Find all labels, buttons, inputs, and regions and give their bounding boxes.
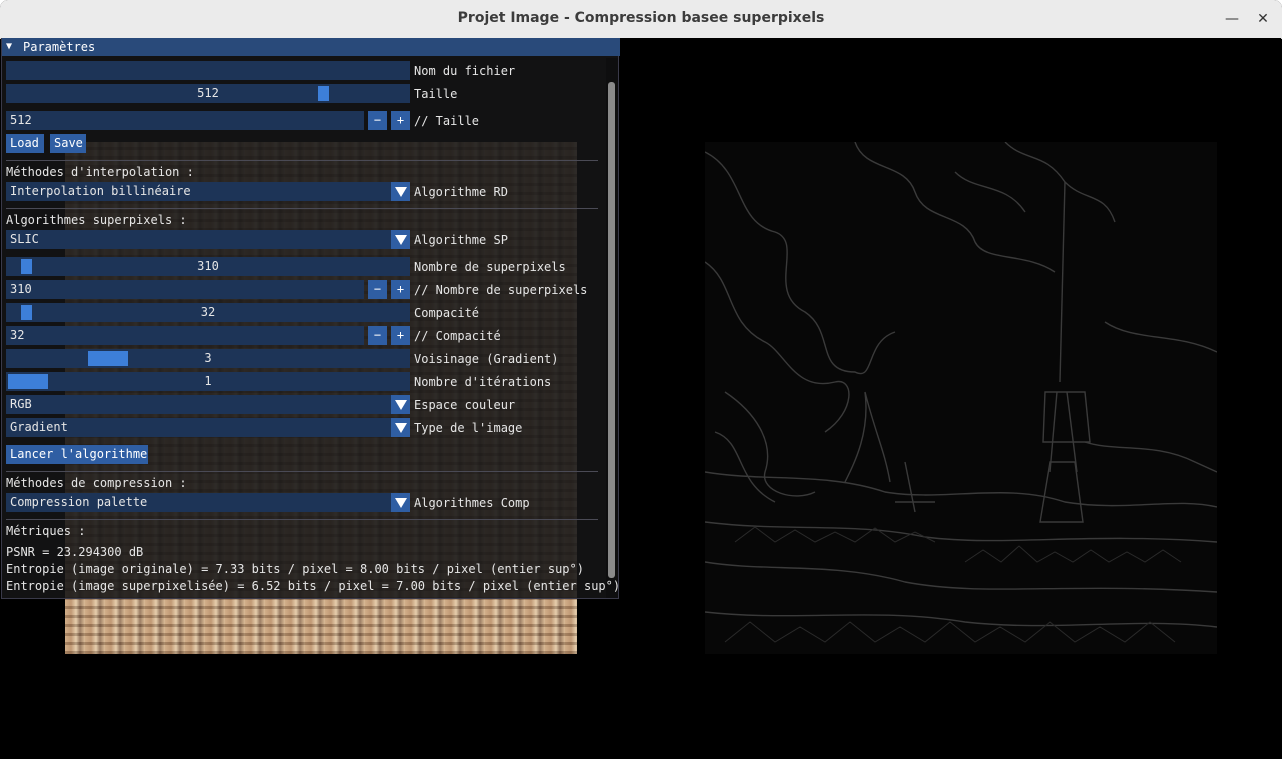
compression-combo-value: Compression palette (10, 495, 148, 509)
metrics-heading: Métriques : (6, 524, 86, 538)
psnr-text: PSNR = 23.294300 dB (6, 545, 144, 559)
filename-input[interactable] (6, 61, 410, 80)
compression-combo-label: Algorithmes Comp (414, 496, 530, 510)
save-button[interactable]: Save (50, 134, 86, 153)
chevron-down-icon[interactable] (391, 182, 410, 201)
entropy-original-text: Entropie (image originale) = 7.33 bits /… (6, 562, 584, 576)
size-decrement-button[interactable]: − (368, 111, 387, 130)
minimize-button[interactable]: — (1222, 9, 1242, 29)
compact-slider-label: Compacité (414, 306, 480, 320)
collapse-arrow-icon[interactable]: ▼ (6, 38, 12, 56)
title-bar[interactable]: Projet Image - Compression basee superpi… (0, 0, 1282, 39)
compact-slider[interactable]: 32 (6, 303, 410, 322)
sp-heading: Algorithmes superpixels : (6, 213, 187, 227)
compression-combo[interactable]: Compression palette (6, 493, 410, 512)
filename-label: Nom du fichier (414, 64, 516, 78)
nb-sp-slider-label: Nombre de superpixels (414, 260, 566, 274)
iter-slider[interactable]: 1 (6, 372, 410, 391)
chevron-down-icon[interactable] (391, 493, 410, 512)
render-area: ▼ Paramètres Nom du fichier 512 Taille 5… (1, 38, 1281, 758)
color-space-combo[interactable]: RGB (6, 395, 410, 414)
neighbor-slider-label: Voisinage (Gradient) (414, 352, 559, 366)
compact-input[interactable]: 32 (6, 326, 364, 345)
neighbor-slider-value: 3 (204, 351, 212, 365)
image-type-label: Type de l'image (414, 421, 523, 435)
run-algorithm-button[interactable]: Lancer l'algorithme (6, 445, 148, 464)
sp-combo[interactable]: SLIC (6, 230, 410, 249)
neighbor-slider[interactable]: 3 (6, 349, 410, 368)
iter-slider-value: 1 (204, 374, 212, 388)
nb-sp-slider-value: 310 (197, 259, 219, 273)
app-window: Projet Image - Compression basee superpi… (0, 0, 1282, 759)
nb-sp-decrement-button[interactable]: − (368, 280, 387, 299)
gradient-edges (705, 142, 1217, 643)
size-increment-button[interactable]: + (391, 111, 410, 130)
chevron-down-icon[interactable] (391, 418, 410, 437)
size-slider[interactable]: 512 (6, 84, 410, 103)
close-button[interactable]: ✕ (1253, 9, 1273, 29)
size-slider-label: Taille (414, 87, 458, 101)
gradient-image (705, 142, 1217, 654)
sp-combo-value: SLIC (10, 232, 39, 246)
compact-decrement-button[interactable]: − (368, 326, 387, 345)
window-title: Projet Image - Compression basee superpi… (457, 10, 825, 26)
nb-sp-input-label: // Nombre de superpixels (414, 283, 588, 297)
sp-combo-label: Algorithme SP (414, 233, 508, 247)
iter-slider-label: Nombre d'itérations (414, 375, 552, 389)
nb-sp-input-value: 310 (10, 282, 32, 296)
compact-slider-value: 32 (200, 305, 216, 319)
nb-sp-increment-button[interactable]: + (391, 280, 410, 299)
size-input-label: // Taille (414, 114, 480, 128)
size-slider-value: 512 (197, 86, 219, 100)
load-button[interactable]: Load (6, 134, 44, 153)
separator (6, 208, 598, 209)
chevron-down-icon[interactable] (391, 395, 410, 414)
color-space-label: Espace couleur (414, 398, 516, 412)
image-type-value: Gradient (10, 420, 68, 434)
separator (6, 160, 598, 161)
size-input-value: 512 (10, 113, 32, 127)
compact-input-label: // Compacité (414, 329, 501, 343)
entropy-superpixel-text: Entropie (image superpixelisée) = 6.52 b… (6, 579, 621, 593)
interp-combo-label: Algorithme RD (414, 185, 508, 199)
chevron-down-icon[interactable] (391, 230, 410, 249)
comp-heading: Méthodes de compression : (6, 476, 187, 490)
panel-title: Paramètres (23, 40, 96, 54)
color-space-value: RGB (10, 397, 32, 411)
separator (6, 519, 598, 520)
interp-combo-value: Interpolation billinéaire (10, 184, 191, 198)
compact-input-value: 32 (10, 328, 25, 342)
compact-increment-button[interactable]: + (391, 326, 410, 345)
nb-sp-input[interactable]: 310 (6, 280, 364, 299)
image-type-combo[interactable]: Gradient (6, 418, 410, 437)
separator (6, 471, 598, 472)
size-input[interactable]: 512 (6, 111, 364, 130)
interp-combo[interactable]: Interpolation billinéaire (6, 182, 410, 201)
parameters-panel: ▼ Paramètres Nom du fichier 512 Taille 5… (1, 38, 621, 599)
scrollbar-thumb[interactable] (608, 82, 615, 578)
interp-heading: Méthodes d'interpolation : (6, 165, 194, 179)
panel-title-bar[interactable]: ▼ Paramètres (2, 38, 620, 56)
nb-sp-slider[interactable]: 310 (6, 257, 410, 276)
